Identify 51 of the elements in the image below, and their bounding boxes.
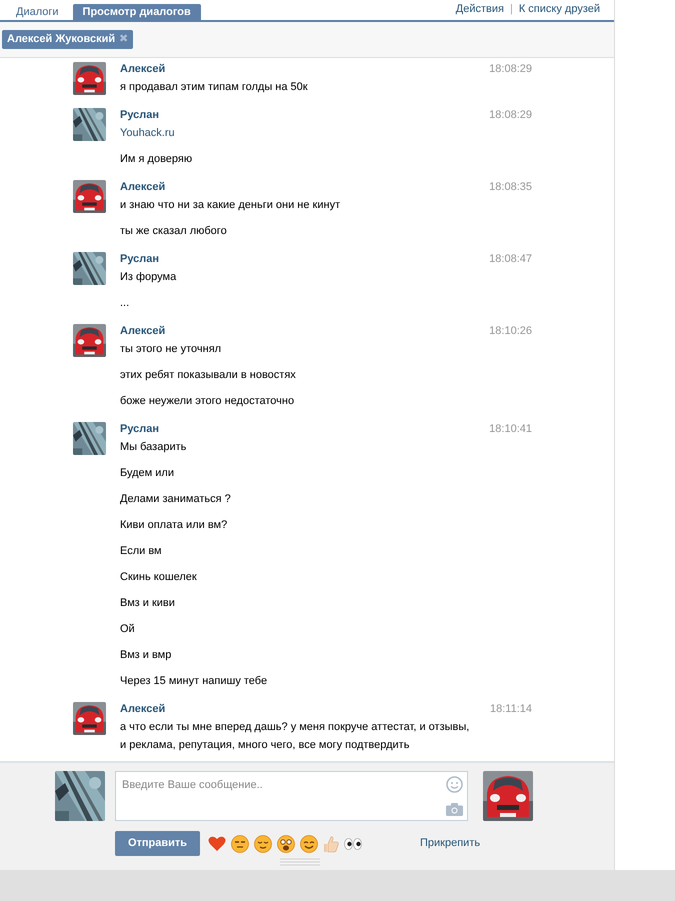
message-time: 18:11:14: [490, 702, 532, 718]
author-name[interactable]: Алексей: [120, 323, 166, 340]
send-button[interactable]: Отправить: [115, 831, 200, 856]
author-name[interactable]: Алексей: [120, 61, 166, 78]
message-text: Из форума: [120, 270, 176, 285]
eyes-icon[interactable]: [344, 838, 362, 850]
message-text: Через 15 минут напишу тебе: [120, 674, 268, 689]
message-text: Ой: [120, 622, 135, 637]
recipient-chip[interactable]: Алексей Жуковский ✖: [2, 30, 134, 49]
message-text: я продавал этим типам голды на 50к: [120, 80, 308, 95]
author-name[interactable]: Алексей: [120, 701, 166, 718]
message-text: и знаю что ни за какие деньги они не кинут: [120, 198, 340, 213]
message-text: Будем или: [120, 466, 174, 481]
message-text: боже неужели этого недостаточно: [120, 394, 294, 409]
header-link[interactable]: К списку друзей: [518, 0, 600, 17]
message-text: Скинь кошелек: [120, 570, 197, 585]
tab[interactable]: Диалоги: [6, 4, 69, 20]
message-text: Если вм: [120, 544, 162, 559]
smiling-face-icon[interactable]: [300, 834, 318, 852]
message-text: Вмз и киви: [120, 596, 175, 611]
message-text: ты же сказал любого: [120, 224, 227, 239]
message-link[interactable]: Youhack.ru: [120, 124, 175, 142]
message-text: этих ребят показывали в новостях: [120, 368, 296, 383]
shocked-face-icon[interactable]: [277, 834, 295, 852]
author-name[interactable]: Руслан: [120, 421, 160, 438]
message-time: 18:08:29: [489, 108, 532, 124]
message-time: 18:10:41: [489, 422, 532, 438]
tab[interactable]: Просмотр диалогов: [72, 4, 201, 20]
author-name[interactable]: Руслан: [120, 251, 160, 268]
message-text: Вмз и вмр: [120, 648, 172, 663]
message-text: ты этого не уточнял: [120, 342, 222, 357]
message-time: 18:08:35: [489, 180, 532, 196]
link-separator: |: [510, 2, 513, 16]
header-link[interactable]: Действия: [456, 0, 504, 17]
relieved-face-icon[interactable]: [254, 834, 272, 852]
thumbs-up-icon[interactable]: [323, 834, 339, 852]
message-time: 18:08:29: [489, 62, 532, 78]
message-text: Делами заниматься ?: [120, 492, 231, 507]
resize-handle[interactable]: [280, 858, 320, 866]
message-time: 18:10:26: [489, 324, 532, 340]
message-text: Киви оплата или вм?: [120, 518, 228, 533]
message-time: 18:08:47: [489, 252, 532, 268]
message-text: Мы базарить: [120, 440, 186, 455]
heart-icon[interactable]: [208, 836, 226, 852]
message-text: ...: [120, 296, 130, 311]
smirk-face-icon[interactable]: [231, 834, 249, 852]
message-text: а что если ты мне вперед дашь? у меня покруче аттестат, и отзывы, и реклама, репутация, много чего, все могу подтвердить: [120, 720, 470, 753]
attach-link[interactable]: Прикрепить: [420, 835, 480, 852]
author-name[interactable]: Алексей: [120, 179, 166, 196]
message-text: Им я доверяю: [120, 152, 192, 167]
author-name[interactable]: Руслан: [120, 107, 160, 124]
